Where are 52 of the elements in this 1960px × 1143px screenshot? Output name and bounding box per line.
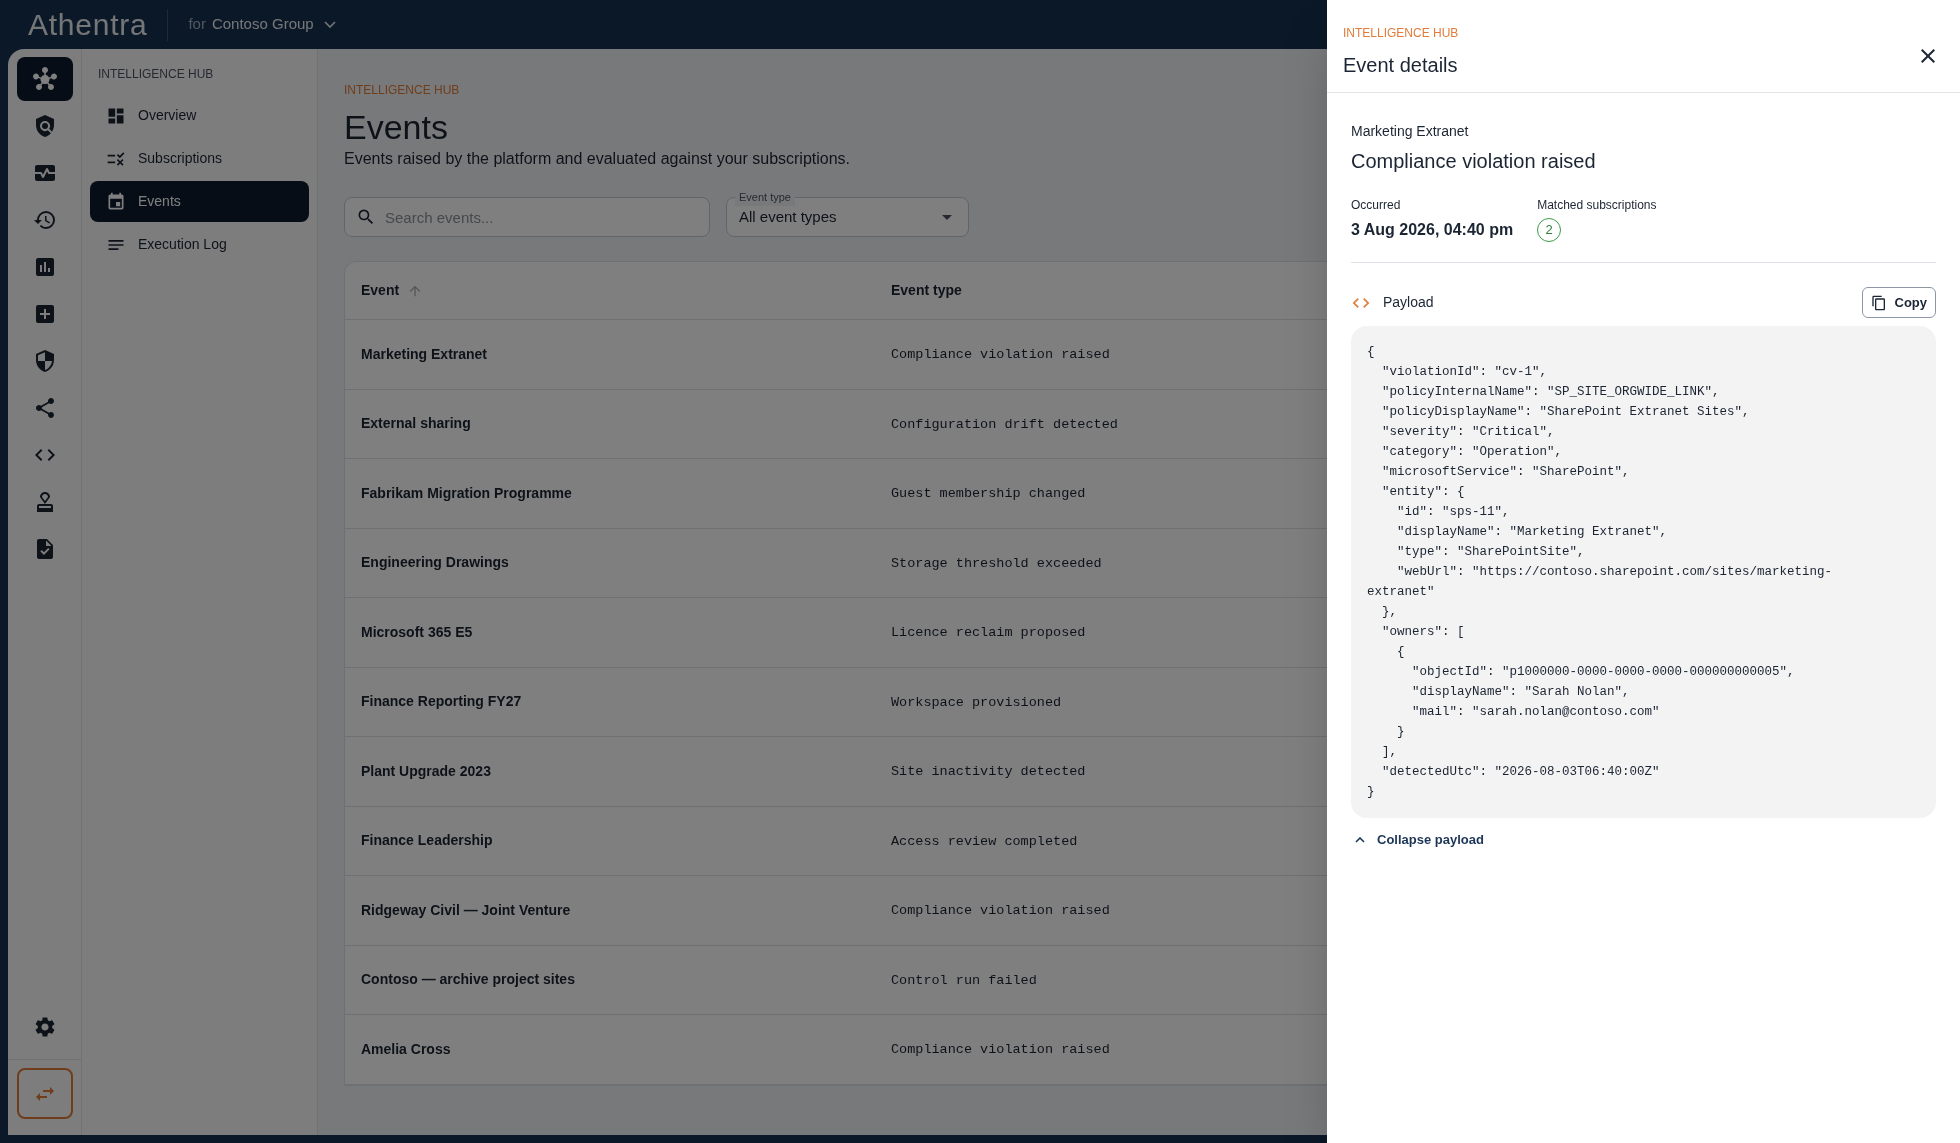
occurred-value: 3 Aug 2026, 04:40 pm	[1351, 220, 1514, 240]
payload-label: Payload	[1383, 293, 1434, 312]
event-title: Compliance violation raised	[1351, 149, 1596, 174]
column-header[interactable]: Event	[345, 280, 875, 301]
tenant-selector[interactable]: for Contoso Group	[188, 13, 336, 36]
event-cell-text: Finance Leadership	[360, 831, 494, 851]
nav-item[interactable]: Execution Log	[90, 224, 309, 265]
event-cell-text: Marketing Extranet	[360, 344, 489, 364]
matched-subscriptions-label: Matched subscriptions	[1537, 197, 1657, 214]
hub-icon[interactable]	[16, 57, 73, 101]
event-cell-text: Microsoft 365 E5	[360, 622, 474, 642]
event-cell-text: External sharing	[360, 414, 472, 434]
event-cell-text: Fabrikam Migration Programme	[360, 483, 573, 503]
page-subtitle: Events raised by the platform and evaluated against your subscriptions.	[344, 149, 851, 169]
event-type-cell: Licence reclaim proposed	[891, 625, 1086, 641]
search-field[interactable]: Search events...	[344, 197, 710, 237]
dropdown-caret-icon	[942, 214, 952, 220]
nav-item[interactable]: Overview	[90, 95, 309, 136]
nav-heading: INTELLIGENCE HUB	[97, 66, 215, 83]
occurred-label: Occurred	[1351, 197, 1402, 214]
page-title: Events	[344, 107, 448, 147]
event-type-cell: Workspace provisioned	[891, 694, 1062, 710]
event-type-cell: Compliance violation raised	[891, 1042, 1110, 1058]
event-type-cell: Control run failed	[891, 972, 1037, 988]
event-cell-text: Engineering Drawings	[360, 553, 510, 573]
drawer-title: Event details	[1343, 53, 1459, 78]
event-type-cell: Access review completed	[891, 833, 1078, 849]
event-type-cell: Configuration drift detected	[891, 416, 1118, 432]
event-source: Marketing Extranet	[1351, 122, 1469, 141]
event-cell-text: Ridgeway Civil — Joint Venture	[360, 900, 572, 920]
logo: Athentra	[28, 7, 148, 43]
event-cell-text: Contoso — archive project sites	[360, 970, 576, 990]
event-type-cell: Storage threshold exceeded	[891, 555, 1102, 571]
event-type-cell: Compliance violation raised	[891, 903, 1110, 919]
calendar-icon	[106, 191, 126, 212]
chevron-down-icon	[323, 21, 336, 28]
event-type-cell: Guest membership changed	[891, 486, 1086, 502]
search-icon	[356, 207, 376, 227]
event-cell-text: Amelia Cross	[360, 1039, 452, 1059]
nav-item[interactable]: Events	[90, 181, 309, 222]
copy-icon	[1870, 294, 1887, 311]
event-cell-text: Plant Upgrade 2023	[360, 761, 492, 781]
event-type-cell: Site inactivity detected	[891, 764, 1086, 780]
event-type-cell: Compliance violation raised	[891, 347, 1110, 363]
event-cell-text: Finance Reporting FY27	[360, 692, 523, 712]
copy-button[interactable]: Copy	[1861, 287, 1936, 318]
drawer-breadcrumb: INTELLIGENCE HUB	[1343, 25, 1459, 42]
collapse-payload-button[interactable]: Collapse payload	[1351, 830, 1488, 850]
payload-code: { "violationId": "cv-1", "policyInternalName": "SP_SITE_ORGWIDE_LINK", "policyDisplayName": "SharePoint Extranet Sites", "severity": "Critical", "category": "Operation", "microsoftService": "SharePoint", "entity": { "id": "sps-11", "displayName": "Marketing Extranet", "type": "SharePointSite", "webUrl": "https://contoso.sharepoint.com/sites/marketing- extranet" }, "owners": [ { "objectId": "p1000000-0000-0000-0000-000000000005", "displayName": "Sarah Nolan", "mail": "sarah.nolan@contoso.com" } ], "detectedUtc": "2026-08-03T06:40:00Z" }	[1351, 326, 1936, 818]
nav-item[interactable]: Subscriptions	[90, 138, 309, 179]
chevron-up-icon	[1355, 836, 1365, 843]
breadcrumb: INTELLIGENCE HUB	[344, 82, 461, 99]
